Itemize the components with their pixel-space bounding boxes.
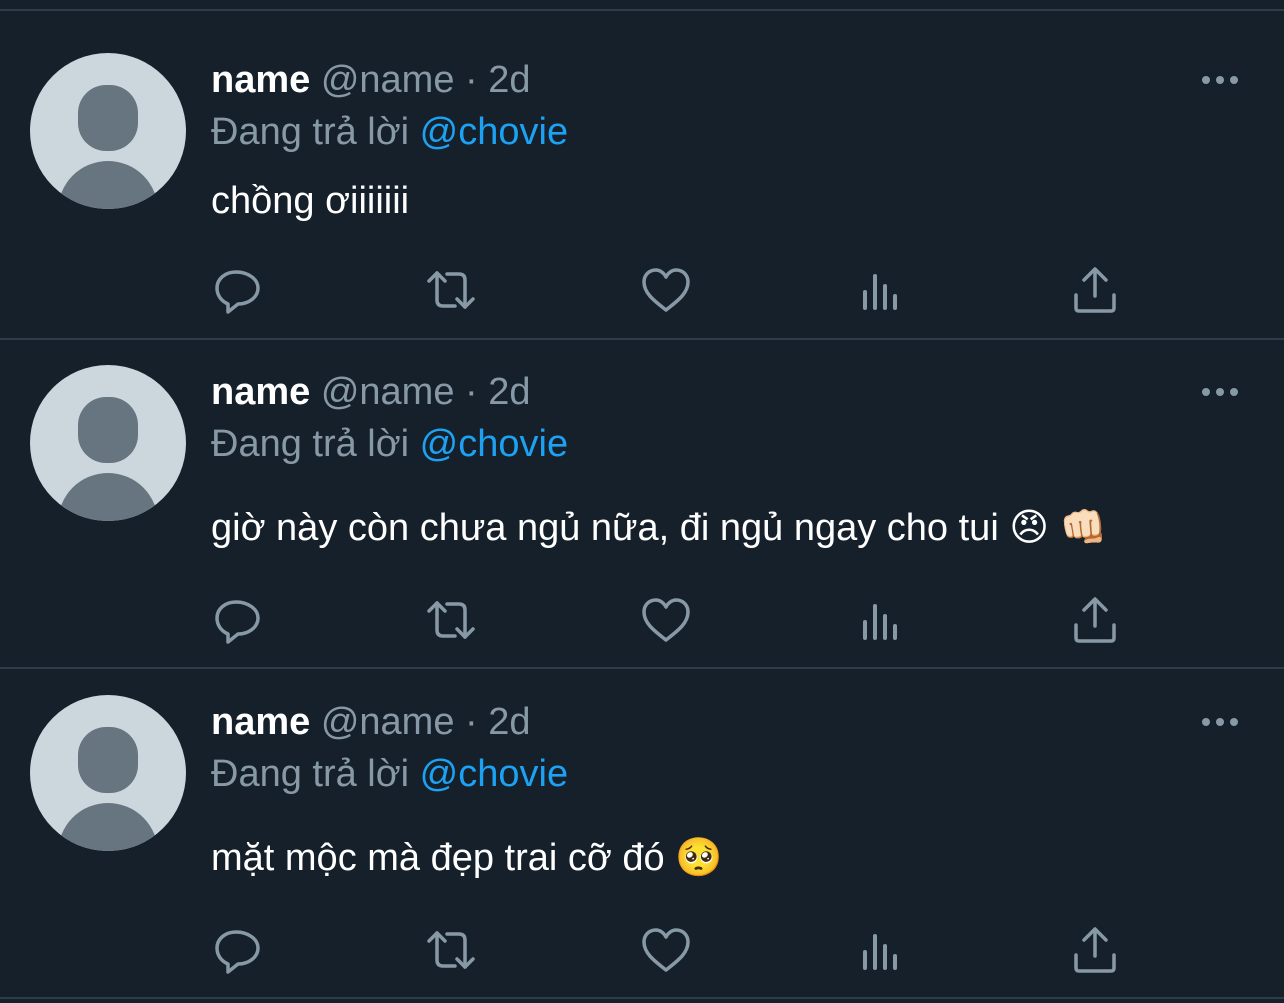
avatar-head [78,727,138,793]
replying-to-label: Đang trả lời [211,111,410,153]
replying-to: Đang trả lời @chovie [211,110,568,154]
tweet-text: mặt mộc mà đẹp trai cỡ đó 🥺 [211,837,723,879]
avatar[interactable] [30,365,186,521]
reply-icon[interactable] [212,924,264,976]
retweet-icon[interactable] [425,594,477,646]
user-handle[interactable]: @name [321,371,455,413]
avatar-shoulders [58,473,158,521]
like-icon[interactable] [640,594,692,646]
separator-dot: · [465,59,478,101]
avatar-shoulders [58,161,158,209]
tweet-header: name @name · 2d [211,58,531,102]
tweet-text: chồng ơiiiiiii [211,180,410,222]
tweet[interactable]: name @name · 2d Đang trả lời @chovie chồ… [0,11,1284,340]
display-name[interactable]: name [211,59,310,101]
display-name[interactable]: name [211,701,310,743]
replying-to: Đang trả lời @chovie [211,752,568,796]
timestamp[interactable]: 2d [488,371,530,413]
reply-icon[interactable] [212,594,264,646]
avatar-head [78,85,138,151]
replying-to-label: Đang trả lời [211,423,410,465]
mention-link[interactable]: @chovie [420,111,568,153]
share-icon[interactable] [1069,924,1121,976]
retweet-icon[interactable] [425,264,477,316]
analytics-icon[interactable] [855,924,907,976]
user-handle[interactable]: @name [321,701,455,743]
display-name[interactable]: name [211,371,310,413]
mention-link[interactable]: @chovie [420,753,568,795]
reply-icon[interactable] [212,264,264,316]
avatar[interactable] [30,53,186,209]
tweet-text: giờ này còn chưa ngủ nữa, đi ngủ ngay ch… [211,507,1107,549]
separator-dot: · [465,701,478,743]
timestamp[interactable]: 2d [488,59,530,101]
avatar[interactable] [30,695,186,851]
timestamp[interactable]: 2d [488,701,530,743]
analytics-icon[interactable] [855,264,907,316]
user-handle[interactable]: @name [321,59,455,101]
tweet[interactable]: name @name · 2d Đang trả lời @chovie giờ… [0,340,1284,669]
share-icon[interactable] [1069,594,1121,646]
analytics-icon[interactable] [855,594,907,646]
mention-link[interactable]: @chovie [420,423,568,465]
avatar-shoulders [58,803,158,851]
tweet[interactable]: name @name · 2d Đang trả lời @chovie mặt… [0,670,1284,999]
tweet-header: name @name · 2d [211,700,531,744]
tweet-header: name @name · 2d [211,370,531,414]
more-options-icon[interactable] [1198,710,1242,734]
like-icon[interactable] [640,264,692,316]
separator-dot: · [465,371,478,413]
timeline: name @name · 2d Đang trả lời @chovie chồ… [0,0,1284,1003]
more-options-icon[interactable] [1198,380,1242,404]
share-icon[interactable] [1069,264,1121,316]
like-icon[interactable] [640,924,692,976]
avatar-head [78,397,138,463]
replying-to-label: Đang trả lời [211,753,410,795]
retweet-icon[interactable] [425,924,477,976]
replying-to: Đang trả lời @chovie [211,422,568,466]
more-options-icon[interactable] [1198,68,1242,92]
